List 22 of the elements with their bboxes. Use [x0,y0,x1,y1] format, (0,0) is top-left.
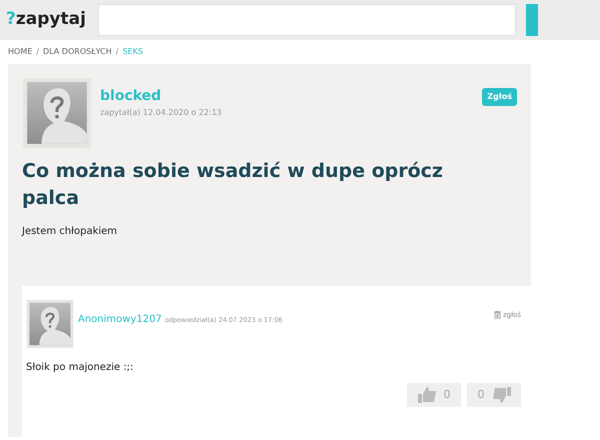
answer-body: Słoik po majonezie :;: [26,361,134,375]
search-field[interactable] [98,4,516,36]
author-name[interactable]: Anonimowy1207 [78,312,162,327]
breadcrumb-link[interactable]: SEKS [122,46,143,58]
thumbs-down-icon [492,387,510,403]
site-logo[interactable]: ?zapytaj [6,7,88,33]
avatar-icon [26,300,74,348]
like-button[interactable]: 0 [407,383,461,407]
breadcrumb-separator: / [36,46,39,58]
breadcrumb-separator: / [116,46,118,58]
breadcrumb-link[interactable]: DLA DOROSŁYCH [42,46,112,58]
avatar-icon [22,78,92,148]
breadcrumb-link[interactable]: HOME [8,46,32,58]
dislike-button[interactable]: 0 [467,383,521,407]
question-title: Co można sobie wsadzić w dupe oprócz palca [22,159,444,211]
trash-icon [494,311,501,320]
question-body: Jestem chłopakiem [22,225,118,239]
author-name[interactable]: blocked [100,86,474,107]
question-meta: zapytał(a) 12.04.2020 o 22:13 [100,107,223,119]
search-button[interactable] [526,4,538,36]
thumbs-up-icon [418,387,436,403]
report-button[interactable]: Zgłoś [482,88,517,106]
